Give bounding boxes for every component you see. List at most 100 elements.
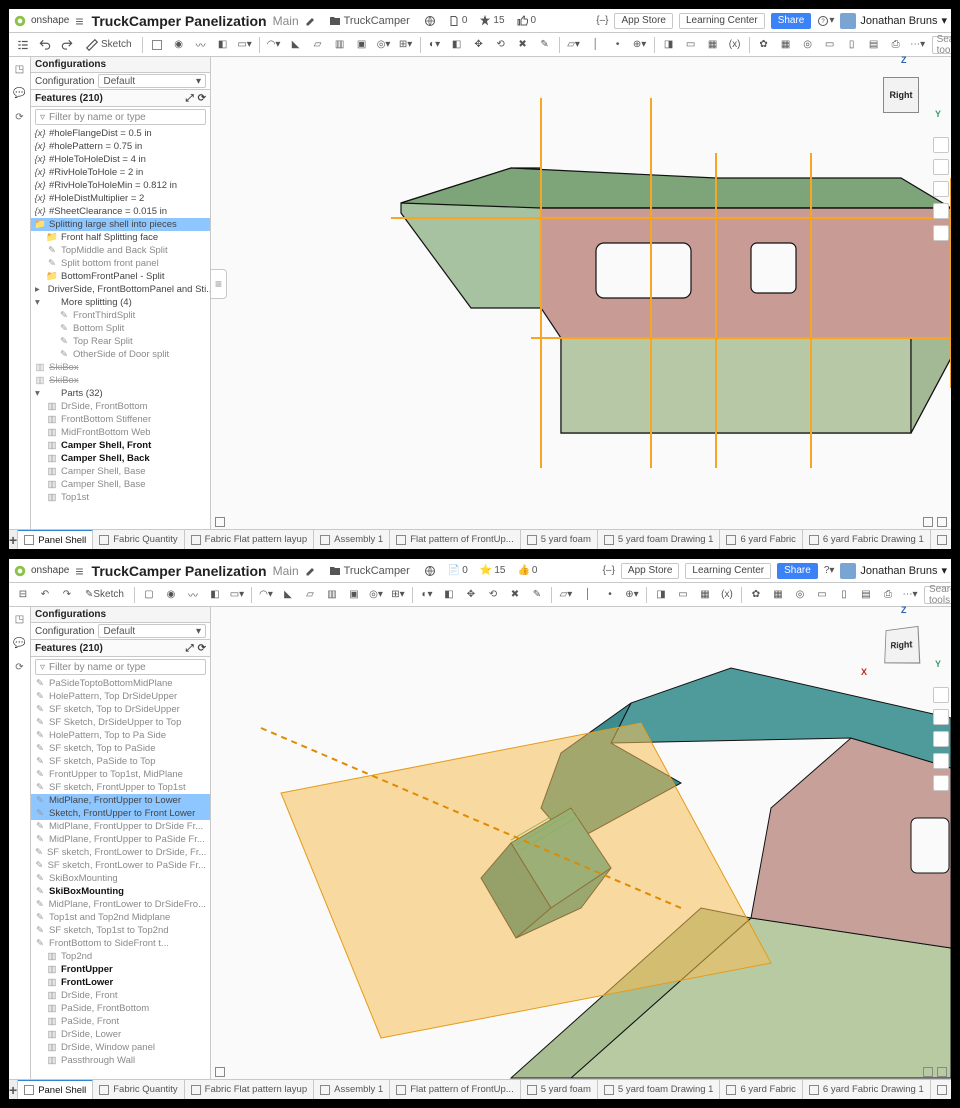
viewport[interactable]: ≡ xyxy=(211,57,951,529)
undo-icon[interactable] xyxy=(35,36,55,54)
help-icon[interactable]: ?▾ xyxy=(824,565,835,576)
tree-item[interactable]: ▾Parts (32) xyxy=(31,387,210,400)
tree-item[interactable]: ✎Bottom Split xyxy=(31,322,210,335)
features-header[interactable]: Features (210) ⤢⟳ xyxy=(31,639,210,657)
tree-item[interactable]: ▥PaSide, FrontBottom xyxy=(31,1002,210,1015)
appstore-link[interactable]: App Store xyxy=(614,13,672,29)
add-tab-button[interactable]: + xyxy=(9,530,18,549)
search-tools[interactable]: Search tools... ⌥C xyxy=(932,36,951,54)
versions-icon[interactable]: 📄0 xyxy=(448,565,468,576)
branch-name[interactable]: Main xyxy=(273,564,299,578)
custom8-icon[interactable]: ⋯▾ xyxy=(908,36,928,54)
user-menu[interactable]: Jonathan Bruns ▾ xyxy=(840,13,947,29)
configurations-header[interactable]: Configurations xyxy=(31,607,210,623)
frame-icon[interactable]: ▦ xyxy=(703,36,723,54)
tree-toggle-icon[interactable] xyxy=(13,36,33,54)
tree-item[interactable]: ▥SkiBox xyxy=(31,374,210,387)
tree-item[interactable]: ▥Camper Shell, Base xyxy=(31,478,210,491)
menu-icon[interactable]: ≡ xyxy=(75,563,83,579)
tab-drawing-1[interactable]: Drawing 1 xyxy=(931,530,951,549)
rail-chat-icon[interactable]: 💬 xyxy=(12,85,28,101)
tree-toggle-icon[interactable]: ⊟ xyxy=(13,586,33,604)
vp-tool-5[interactable] xyxy=(933,225,949,241)
appstore-link[interactable]: App Store xyxy=(621,563,679,579)
versions-icon[interactable]: 0 xyxy=(448,15,468,27)
help-icon[interactable]: ?▾ xyxy=(817,15,834,27)
likes-icon[interactable]: 0 xyxy=(517,15,537,27)
vp-bl-icon[interactable] xyxy=(215,517,225,527)
custom4-icon[interactable]: ▭ xyxy=(820,36,840,54)
custom1-icon[interactable]: ✿ xyxy=(754,36,774,54)
tree-item[interactable]: 📁BottomFrontPanel - Split xyxy=(31,270,210,283)
vp-br-icon-1[interactable] xyxy=(923,517,933,527)
custom2-icon[interactable]: ▦ xyxy=(776,36,796,54)
tree-item[interactable]: ✎SkiBoxMounting xyxy=(31,872,210,885)
tree-item[interactable]: ✎FrontBottom to SideFront t... xyxy=(31,937,210,950)
view-cube[interactable]: ZYX Right xyxy=(871,615,931,675)
tree-item[interactable]: ▥DrSide, Lower xyxy=(31,1028,210,1041)
tab-6-yard-fabric[interactable]: 6 yard Fabric xyxy=(720,1080,802,1099)
loft-icon[interactable]: ◧ xyxy=(213,36,233,54)
tree-item[interactable]: ▥Camper Shell, Back xyxy=(31,452,210,465)
tab-panel-shell[interactable]: Panel Shell xyxy=(18,1079,93,1099)
rail-cube-icon[interactable]: ◳ xyxy=(12,61,28,77)
tree-item[interactable]: 📁Front half Splitting face xyxy=(31,231,210,244)
edit-icon[interactable] xyxy=(305,565,317,577)
comments-icon[interactable]: ⭐15 xyxy=(480,565,506,576)
revolve-icon[interactable]: ◉ xyxy=(169,36,189,54)
custom3-icon[interactable]: ◎ xyxy=(798,36,818,54)
delete-face-icon[interactable]: ✖ xyxy=(513,36,533,54)
tree-item[interactable]: ✎OtherSide of Door split xyxy=(31,348,210,361)
add-tab-button[interactable]: + xyxy=(9,1080,18,1099)
rib-icon[interactable]: ▥ xyxy=(330,36,350,54)
globe-icon[interactable] xyxy=(424,15,436,27)
tree-item[interactable]: ✎FrontThirdSplit xyxy=(31,309,210,322)
tab-5-yard-foam-drawing-1[interactable]: 5 yard foam Drawing 1 xyxy=(598,530,721,549)
brand[interactable]: onshape xyxy=(13,14,69,28)
feature-tree[interactable]: ✎PaSideToptoBottomMidPlane✎HolePattern, … xyxy=(31,677,210,1079)
folder-breadcrumb[interactable]: TruckCamper xyxy=(329,565,410,577)
vp-tool-1[interactable] xyxy=(933,137,949,153)
tree-item[interactable]: ▥DrSide, Window panel xyxy=(31,1041,210,1054)
document-title[interactable]: TruckCamper Panelization xyxy=(92,563,267,579)
tree-item[interactable]: ▾More splitting (4) xyxy=(31,296,210,309)
tree-item[interactable]: ▥DrSide, FrontBottom xyxy=(31,400,210,413)
tree-item[interactable]: ✎SF sketch, PaSide to Top xyxy=(31,755,210,768)
bracket-icon[interactable]: {–} xyxy=(596,15,608,26)
feature-tree[interactable]: {x}#holeFlangeDist = 0.5 in{x}#holePatte… xyxy=(31,127,210,529)
tab-assembly-1[interactable]: Assembly 1 xyxy=(314,1080,390,1099)
transform-icon[interactable]: ⟲ xyxy=(491,36,511,54)
modify-icon[interactable]: ✎ xyxy=(535,36,555,54)
tab-fabric-flat-pattern-layup[interactable]: Fabric Flat pattern layup xyxy=(185,1080,314,1099)
tree-item[interactable]: ▥Top2nd xyxy=(31,950,210,963)
globe-icon[interactable] xyxy=(424,565,436,577)
search-tools[interactable]: Search tools... ⌥C xyxy=(924,586,951,604)
tree-item[interactable]: ✎PaSideToptoBottomMidPlane xyxy=(31,677,210,690)
menu-icon[interactable]: ≡ xyxy=(75,13,83,29)
learning-link[interactable]: Learning Center xyxy=(685,563,771,579)
user-menu[interactable]: Jonathan Bruns ▾ xyxy=(840,563,947,579)
tree-item[interactable]: ▸DriverSide, FrontBottomPanel and Sti... xyxy=(31,283,210,296)
bracket-icon[interactable]: {–} xyxy=(603,565,615,576)
tree-item[interactable]: ✎SF sketch, Top1st to Top2nd xyxy=(31,924,210,937)
custom5-icon[interactable]: ▯ xyxy=(842,36,862,54)
tree-item[interactable]: 📁Splitting large shell into pieces xyxy=(31,218,210,231)
tree-item[interactable]: ✎Top1st and Top2nd Midplane xyxy=(31,911,210,924)
draft-icon[interactable]: ▱ xyxy=(308,36,328,54)
custom7-icon[interactable]: ⎙ xyxy=(886,36,906,54)
configuration-select[interactable]: Default▾ xyxy=(98,624,206,638)
section-icon[interactable]: ◨ xyxy=(659,36,679,54)
undo-icon[interactable]: ↶ xyxy=(35,586,55,604)
var-icon[interactable]: (x) xyxy=(725,36,745,54)
pattern-icon[interactable]: ⊞▾ xyxy=(396,36,416,54)
vp-tool-3[interactable] xyxy=(933,181,949,197)
tree-item[interactable]: ✎Split bottom front panel xyxy=(31,257,210,270)
tab-5-yard-foam[interactable]: 5 yard foam xyxy=(521,530,598,549)
viewport[interactable]: ZYX Right xyxy=(211,607,951,1079)
tree-item[interactable]: ▥SkiBox xyxy=(31,361,210,374)
vp-br-icon-2[interactable] xyxy=(937,517,947,527)
sketch-button[interactable]: ✎ Sketch xyxy=(79,586,130,604)
tree-item[interactable]: ✎FrontUpper to Top1st, MidPlane xyxy=(31,768,210,781)
tree-item[interactable]: ✎SF Sketch, DrSideUpper to Top xyxy=(31,716,210,729)
model-canvas[interactable] xyxy=(211,607,951,1079)
